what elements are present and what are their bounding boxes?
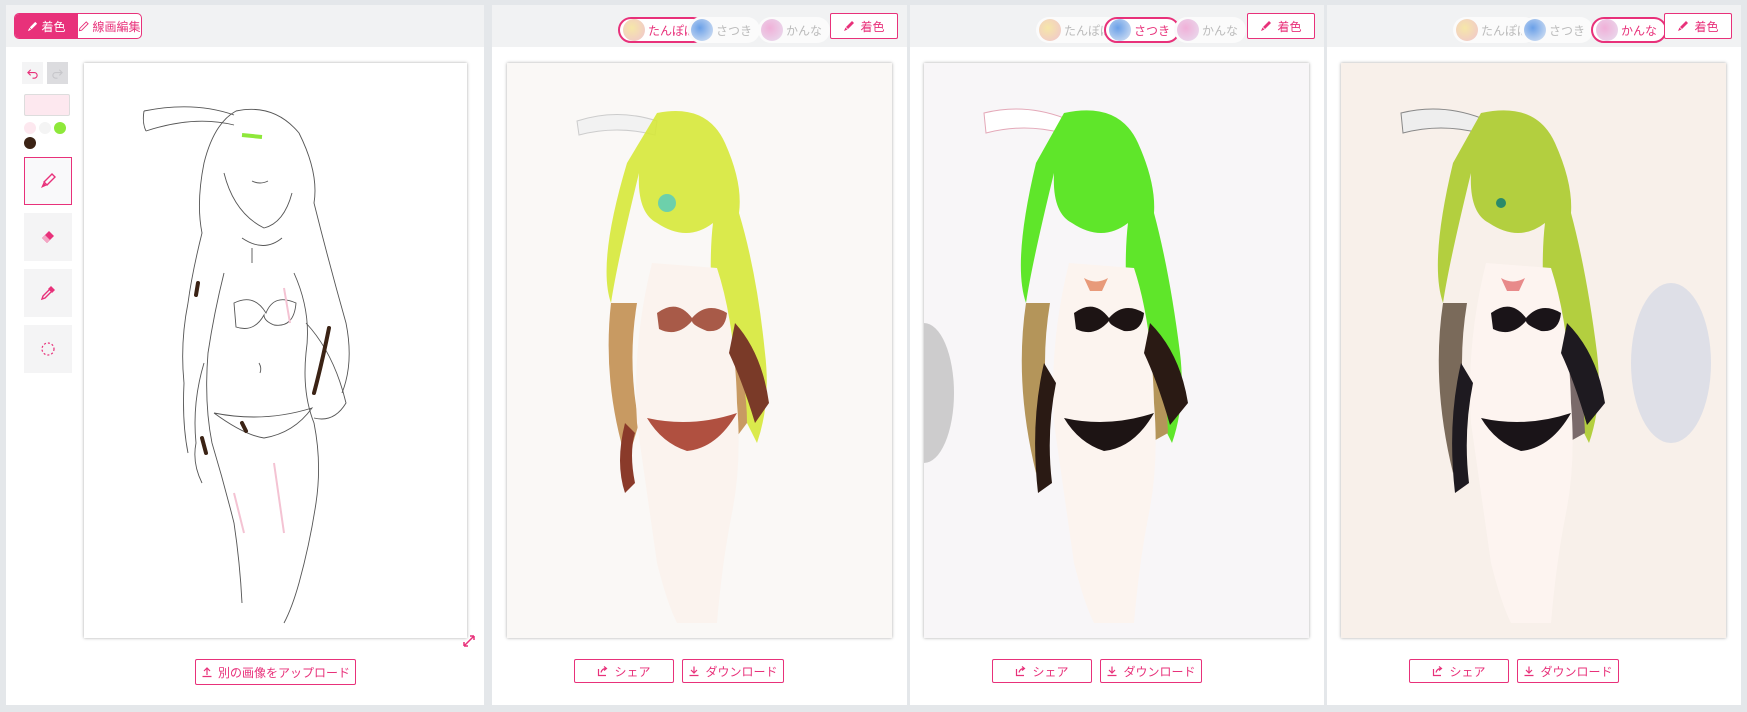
style-thumbnail	[1177, 19, 1199, 41]
undo-button[interactable]	[22, 62, 43, 84]
result-panel: たんぽぽ さつき かんな 着色 シェア ダウンロード	[492, 5, 907, 705]
color-palette	[24, 122, 74, 149]
result-image	[1341, 63, 1726, 638]
style-label: かんな	[786, 23, 823, 38]
upload-icon	[202, 667, 212, 678]
pencil-icon	[79, 20, 90, 31]
brush-icon	[1678, 21, 1689, 31]
style-label: さつき	[1134, 23, 1171, 38]
style-thumbnail	[691, 19, 713, 41]
style-thumbnail	[761, 19, 783, 41]
palette-swatch[interactable]	[54, 122, 66, 134]
style-thumbnail	[1109, 19, 1131, 41]
tab-lineart-edit[interactable]: 線画編集	[78, 14, 141, 38]
palette-swatch[interactable]	[24, 137, 36, 149]
style-thumbnail	[623, 19, 645, 41]
colorized-figure	[1341, 63, 1726, 638]
brush-icon	[1261, 21, 1272, 31]
colorize-label: 着色	[860, 19, 885, 34]
colorized-figure	[924, 63, 1309, 638]
style-option-kanna[interactable]: かんな	[758, 17, 831, 43]
brush-icon	[28, 21, 38, 31]
download-icon	[1524, 666, 1534, 677]
download-button[interactable]: ダウンロード	[1517, 659, 1619, 683]
brush-icon	[41, 173, 56, 188]
current-color-swatch[interactable]	[24, 94, 70, 116]
share-label: シェア	[614, 664, 651, 679]
tab-lineart-edit-label: 線画編集	[92, 19, 141, 34]
style-option-satsuki[interactable]: さつき	[1521, 17, 1594, 43]
result-image	[924, 63, 1309, 638]
result-panel: たんぽぽ さつき かんな 着色 シェア ダウンロード	[1327, 5, 1741, 705]
editor-panel: 着色 線画編集 別の画像をアップロード	[6, 5, 484, 705]
upload-label: 別の画像をアップロード	[217, 665, 350, 680]
style-label: かんな	[1202, 23, 1239, 38]
undo-icon	[27, 68, 38, 79]
eyedropper-tool-button[interactable]	[24, 269, 72, 317]
result-panel: たんぽぽ さつき かんな 着色 シェア ダウンロード	[910, 5, 1324, 705]
lasso-icon	[41, 342, 55, 356]
style-thumbnail	[1524, 19, 1546, 41]
eyedropper-icon	[40, 286, 55, 301]
lineart-figure	[142, 106, 350, 624]
download-button[interactable]: ダウンロード	[682, 659, 784, 683]
download-icon	[1107, 666, 1117, 677]
share-label: シェア	[1449, 664, 1486, 679]
colorized-figure	[507, 63, 892, 638]
style-option-kanna[interactable]: かんな	[1174, 17, 1247, 43]
share-button[interactable]: シェア	[1409, 659, 1509, 683]
share-button[interactable]: シェア	[992, 659, 1092, 683]
tab-colorize[interactable]: 着色	[15, 14, 78, 38]
result-image	[507, 63, 892, 638]
editor-toolbar: 着色 線画編集	[6, 5, 484, 47]
style-label: さつき	[716, 23, 753, 38]
colorize-label: 着色	[1694, 19, 1719, 34]
style-label: さつき	[1549, 23, 1586, 38]
style-option-satsuki[interactable]: さつき	[1104, 17, 1181, 43]
mode-switch: 着色 線画編集	[14, 13, 142, 39]
brush-tool-button[interactable]	[24, 157, 72, 205]
share-button[interactable]: シェア	[574, 659, 674, 683]
share-icon	[598, 666, 608, 677]
palette-swatch[interactable]	[39, 122, 51, 134]
eraser-tool-button[interactable]	[24, 213, 72, 261]
redo-icon	[52, 68, 63, 79]
share-icon	[1016, 666, 1026, 677]
download-button[interactable]: ダウンロード	[1100, 659, 1202, 683]
lasso-tool-button[interactable]	[24, 325, 72, 373]
colorize-button[interactable]: 着色	[1247, 13, 1315, 39]
resize-handle[interactable]	[462, 633, 476, 652]
download-label: ダウンロード	[1123, 664, 1196, 679]
eraser-icon	[42, 231, 54, 243]
style-thumbnail	[1039, 19, 1061, 41]
download-icon	[689, 666, 699, 677]
lineart-canvas[interactable]	[84, 63, 467, 638]
style-option-kanna[interactable]: かんな	[1591, 17, 1668, 43]
style-thumbnail	[1456, 19, 1478, 41]
share-icon	[1433, 666, 1443, 677]
colorize-button[interactable]: 着色	[1664, 13, 1732, 39]
colorize-button[interactable]: 着色	[830, 13, 898, 39]
tab-colorize-label: 着色	[41, 19, 66, 34]
download-label: ダウンロード	[1540, 664, 1613, 679]
share-label: シェア	[1032, 664, 1069, 679]
download-label: ダウンロード	[705, 664, 778, 679]
brush-icon	[844, 21, 855, 31]
resize-icon	[463, 635, 475, 647]
palette-swatch[interactable]	[24, 122, 36, 134]
colorize-label: 着色	[1277, 19, 1302, 34]
style-label: かんな	[1621, 23, 1658, 38]
tool-column	[20, 62, 72, 373]
upload-another-image-button[interactable]: 別の画像をアップロード	[195, 659, 356, 685]
style-option-satsuki[interactable]: さつき	[688, 17, 761, 43]
redo-button[interactable]	[47, 62, 68, 84]
style-thumbnail	[1596, 19, 1618, 41]
